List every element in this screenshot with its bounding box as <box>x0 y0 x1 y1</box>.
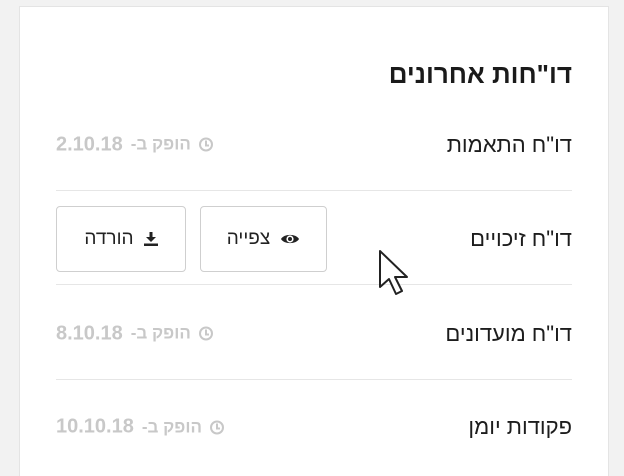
report-date: 8.10.18 <box>56 322 123 344</box>
report-row[interactable]: דו"ח מועדונים 8.10.18 הופק ב- <box>56 288 572 380</box>
report-generated-label: הופק ב- <box>141 417 202 436</box>
report-generated-info: 2.10.18 הופק ב- <box>56 133 213 156</box>
download-button-label: הורדה <box>84 227 134 249</box>
report-name: פקודות יומן <box>468 414 572 439</box>
view-button[interactable]: צפייה <box>200 205 327 272</box>
report-name: דו"ח מועדונים <box>445 320 572 346</box>
report-name: דו"ח זיכויים <box>470 225 572 251</box>
clock-icon <box>198 326 213 341</box>
report-generated-info: 8.10.18 הופק ב- <box>56 322 213 345</box>
download-button[interactable]: הורדה <box>56 205 186 272</box>
eye-icon <box>281 234 300 243</box>
report-date: 2.10.18 <box>56 133 123 155</box>
report-generated-info: 10.10.18 הופק ב- <box>56 416 224 439</box>
panel-title: דו"חות אחרונים <box>388 59 572 89</box>
download-icon <box>143 231 158 246</box>
report-row[interactable]: דו"ח התאמות 2.10.18 הופק ב- <box>56 99 572 191</box>
report-row[interactable]: דו"ח זיכויים הורדה צפייה <box>56 193 572 285</box>
report-actions: הורדה צפייה <box>56 205 327 272</box>
report-row[interactable]: פקודות יומן 10.10.18 הופק ב- <box>56 381 572 473</box>
report-date: 10.10.18 <box>56 415 134 438</box>
clock-icon <box>209 420 224 434</box>
view-button-label: צפייה <box>226 227 271 249</box>
recent-reports-card: דו"חות אחרונים דו"ח התאמות 2.10.18 הופק … <box>19 6 609 476</box>
clock-icon <box>198 137 213 152</box>
report-name: דו"ח התאמות <box>446 131 572 157</box>
report-generated-label: הופק ב- <box>130 323 191 343</box>
report-generated-label: הופק ב- <box>130 134 191 154</box>
